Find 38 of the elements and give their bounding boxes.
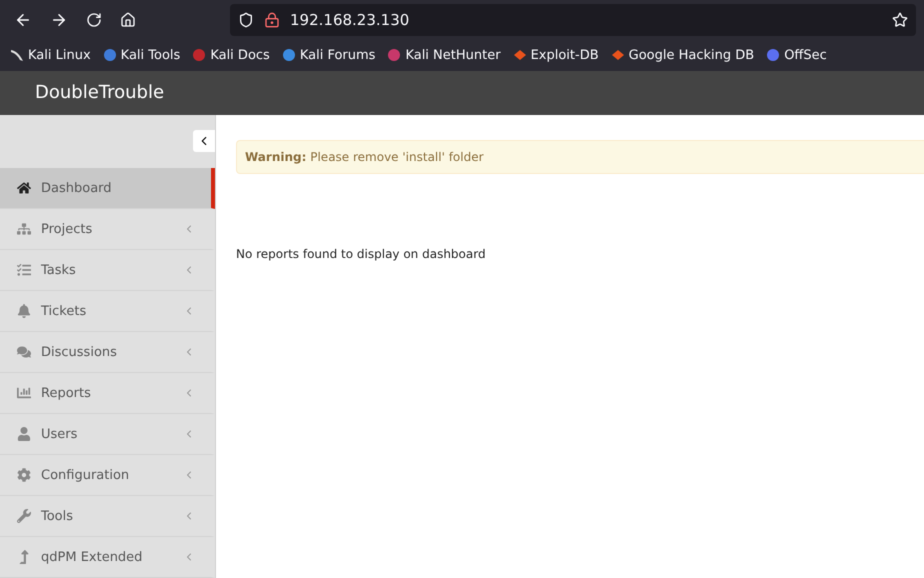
tasks-icon (17, 263, 31, 277)
bookmark-link[interactable]: Kali Forums (282, 48, 376, 63)
bookmark-favicon-icon (282, 48, 296, 62)
bookmark-link[interactable]: Kali Docs (192, 48, 270, 63)
bookmark-favicon-icon (192, 48, 206, 62)
bookmark-link[interactable]: Kali NetHunter (387, 48, 501, 63)
bookmark-link[interactable]: OffSec (766, 48, 827, 63)
bookmark-favicon-icon (10, 48, 24, 62)
bookmark-link[interactable]: Google Hacking DB (610, 48, 754, 63)
sidebar-item[interactable]: Dashboard (0, 168, 215, 209)
reload-button[interactable] (86, 12, 102, 28)
app-title: DoubleTrouble (35, 82, 164, 104)
bookmark-star-icon[interactable] (892, 12, 908, 28)
bookmark-favicon-icon (610, 48, 625, 62)
shield-icon (238, 12, 254, 28)
user-icon (17, 427, 31, 441)
sidebar-collapse-button[interactable] (193, 130, 215, 152)
bookmark-link[interactable]: Exploit-DB (512, 48, 599, 63)
bookmark-link[interactable]: Kali Linux (10, 48, 91, 63)
warning-alert: Warning: Please remove 'install' folder (236, 140, 924, 174)
insecure-lock-icon (264, 12, 280, 28)
chart-icon (17, 386, 31, 400)
upload-icon (17, 550, 31, 564)
bookmark-favicon-icon (512, 48, 527, 62)
url-text: 192.168.23.130 (290, 10, 410, 29)
empty-message: No reports found to display on dashboard (236, 247, 487, 261)
bell-icon (17, 304, 31, 318)
bookmark-favicon-icon (387, 48, 402, 62)
sitemap-icon (17, 222, 31, 236)
home-icon (17, 181, 31, 195)
bookmark-link[interactable]: Kali Tools (102, 48, 180, 63)
wrench-icon (17, 509, 31, 523)
bookmark-favicon-icon (766, 48, 780, 62)
home-button[interactable] (120, 12, 136, 28)
address-bar[interactable]: 192.168.23.130 (230, 4, 916, 36)
gear-icon (17, 468, 31, 482)
comments-icon (17, 345, 31, 359)
bookmark-favicon-icon (102, 48, 117, 62)
